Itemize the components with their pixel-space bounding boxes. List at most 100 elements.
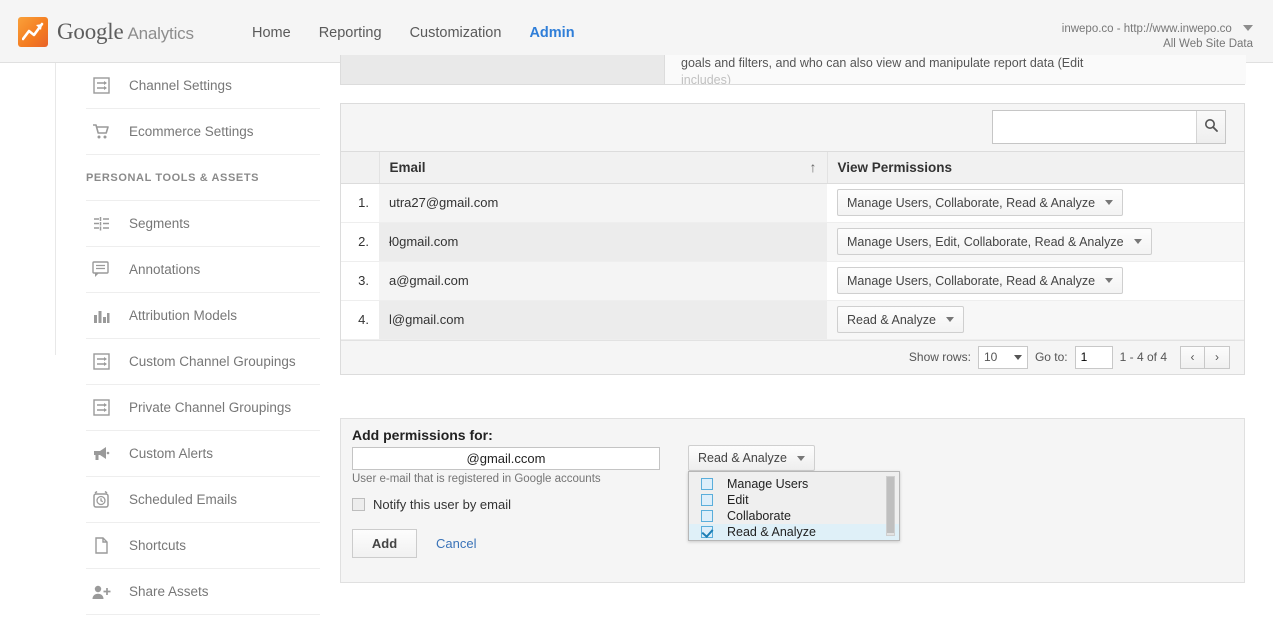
dropdown-option-label: Edit (727, 493, 749, 507)
sidebar-item-label: Custom Channel Groupings (129, 354, 296, 369)
permission-dropdown-button[interactable]: Manage Users, Collaborate, Read & Analyz… (837, 267, 1123, 294)
table-footer: Show rows: 10 Go to: 1 - 4 of 4 ‹ › (341, 340, 1244, 374)
nav-tab-admin[interactable]: Admin (515, 0, 588, 63)
checkbox-read-analyze[interactable] (701, 526, 713, 538)
notify-user-row[interactable]: Notify this user by email (352, 497, 511, 512)
sidebar-item-label: Shortcuts (129, 538, 186, 553)
search-input[interactable] (993, 111, 1196, 143)
cart-icon (86, 117, 116, 147)
sidebar-item-label: Private Channel Groupings (129, 400, 291, 415)
sidebar-item-custom-channel-groupings[interactable]: Custom Channel Groupings (86, 339, 320, 385)
top-bar: GoogleAnalytics Home Reporting Customiza… (0, 0, 1273, 63)
permission-select-button[interactable]: Read & Analyze (688, 445, 815, 471)
permission-dropdown-button[interactable]: Manage Users, Collaborate, Read & Analyz… (837, 189, 1123, 216)
row-number: 4. (341, 300, 379, 339)
nav-tab-customization[interactable]: Customization (396, 0, 516, 63)
channel-settings-icon (86, 393, 116, 423)
account-property-line: inwepo.co - http://www.inwepo.co (1062, 22, 1253, 37)
permissions-description-panel: goals and filters, and who can also view… (340, 55, 1245, 85)
row-email: ł0gmail.com (379, 222, 827, 261)
dropdown-scrollbar[interactable] (886, 476, 895, 536)
account-property: inwepo.co - http://www.inwepo.co (1062, 23, 1232, 35)
permission-dropdown-label: Read & Analyze (847, 313, 936, 327)
clock-icon (86, 485, 116, 515)
main-content: goals and filters, and who can also view… (320, 63, 1273, 641)
row-permissions-cell: Read & Analyze (827, 300, 1244, 339)
permission-dropdown-label: Manage Users, Edit, Collaborate, Read & … (847, 235, 1124, 249)
notify-user-checkbox[interactable] (352, 498, 365, 511)
notify-user-label: Notify this user by email (373, 497, 511, 512)
row-range-label: 1 - 4 of 4 (1120, 350, 1167, 364)
chevron-down-icon (1134, 239, 1142, 244)
brand-text: GoogleAnalytics (57, 19, 194, 45)
next-page-button[interactable]: › (1205, 346, 1230, 369)
dropdown-option-manage-users[interactable]: Manage Users (689, 476, 899, 492)
sidebar-item-segments[interactable]: Segments (86, 201, 320, 247)
search-icon (1204, 118, 1218, 137)
permission-dropdown-button[interactable]: Read & Analyze (837, 306, 964, 333)
dropdown-option-label: Manage Users (727, 477, 808, 491)
checkbox-manage-users[interactable] (701, 478, 713, 490)
row-email: a@gmail.com (379, 261, 827, 300)
nav-tab-home[interactable]: Home (238, 0, 305, 63)
sidebar-item-share-assets[interactable]: Share Assets (86, 569, 320, 615)
sidebar-heading-personal-tools: PERSONAL TOOLS & ASSETS (86, 155, 320, 201)
search-box[interactable] (992, 110, 1226, 144)
dropdown-scrollbar-thumb[interactable] (887, 477, 894, 533)
dropdown-option-label: Collaborate (727, 509, 791, 523)
sidebar-item-private-channel-groupings[interactable]: Private Channel Groupings (86, 385, 320, 431)
add-permissions-email-input[interactable] (352, 447, 660, 470)
cancel-link[interactable]: Cancel (436, 536, 476, 551)
show-rows-select[interactable]: 10 (978, 346, 1028, 369)
previous-page-button[interactable]: ‹ (1180, 346, 1205, 369)
goto-label: Go to: (1035, 350, 1068, 364)
row-number: 1. (341, 183, 379, 222)
sidebar-item-scheduled-emails[interactable]: Scheduled Emails (86, 477, 320, 523)
sidebar-item-custom-alerts[interactable]: Custom Alerts (86, 431, 320, 477)
sort-ascending-icon: ↑ (810, 159, 817, 175)
sidebar-item-label: Share Assets (129, 584, 209, 599)
table-header-row: Email ↑ View Permissions (341, 152, 1244, 183)
column-header-view-permissions: View Permissions (827, 152, 1244, 183)
column-header-email[interactable]: Email ↑ (379, 152, 827, 183)
account-selector[interactable]: inwepo.co - http://www.inwepo.co All Web… (1062, 22, 1253, 52)
dropdown-option-collaborate[interactable]: Collaborate (689, 508, 899, 524)
sidebar-item-label: Ecommerce Settings (129, 124, 254, 139)
sidebar-item-label: Channel Settings (129, 78, 232, 93)
sidebar-item-shortcuts[interactable]: Shortcuts (86, 523, 320, 569)
dropdown-option-read-analyze[interactable]: Read & Analyze (689, 524, 899, 540)
sidebar-item-label: Scheduled Emails (129, 492, 237, 507)
main-nav: Home Reporting Customization Admin (238, 0, 589, 63)
sidebar-item-annotations[interactable]: Annotations (86, 247, 320, 293)
google-analytics-logo[interactable]: GoogleAnalytics (18, 17, 194, 47)
permissions-description-text: goals and filters, and who can also view… (664, 55, 1246, 84)
row-number: 3. (341, 261, 379, 300)
sidebar-item-attribution-models[interactable]: Attribution Models (86, 293, 320, 339)
table-toolbar (341, 104, 1244, 152)
account-view: All Web Site Data (1062, 37, 1253, 52)
add-permissions-card: Add permissions for: User e-mail that is… (340, 418, 1245, 583)
dropdown-option-edit[interactable]: Edit (689, 492, 899, 508)
table-row: 1. utra27@gmail.com Manage Users, Collab… (341, 183, 1244, 222)
checkbox-edit[interactable] (701, 494, 713, 506)
row-permissions-cell: Manage Users, Collaborate, Read & Analyz… (827, 183, 1244, 222)
sidebar-heading-label: PERSONAL TOOLS & ASSETS (86, 172, 267, 184)
sidebar-item-label: Annotations (129, 262, 200, 277)
users-table-card: Email ↑ View Permissions 1. utra27@gmail… (340, 103, 1245, 375)
search-button[interactable] (1196, 111, 1225, 143)
brand-google: Google (57, 19, 124, 44)
document-icon (86, 531, 116, 561)
nav-tab-reporting[interactable]: Reporting (305, 0, 396, 63)
row-permissions-cell: Manage Users, Edit, Collaborate, Read & … (827, 222, 1244, 261)
chevron-down-icon (1014, 355, 1022, 360)
permission-select-label: Read & Analyze (698, 451, 787, 465)
sidebar-item-ecommerce-settings[interactable]: Ecommerce Settings (86, 109, 320, 155)
users-table: Email ↑ View Permissions 1. utra27@gmail… (341, 152, 1244, 340)
column-header-number (341, 152, 379, 183)
checkbox-collaborate[interactable] (701, 510, 713, 522)
add-button[interactable]: Add (352, 529, 417, 558)
row-email: l@gmail.com (379, 300, 827, 339)
sidebar-item-channel-settings[interactable]: Channel Settings (86, 63, 320, 109)
permission-dropdown-button[interactable]: Manage Users, Edit, Collaborate, Read & … (837, 228, 1152, 255)
goto-page-input[interactable] (1075, 346, 1113, 369)
